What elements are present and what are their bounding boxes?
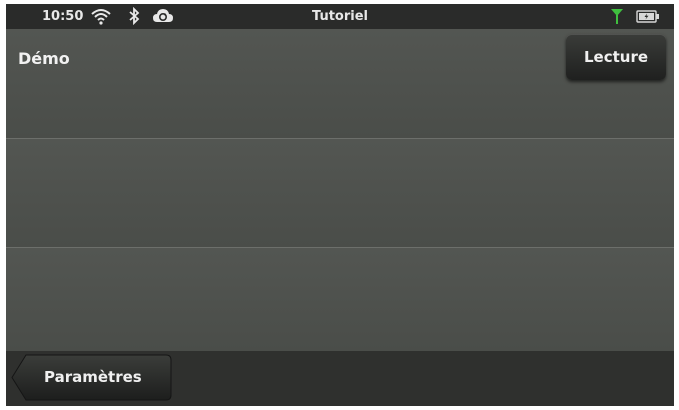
status-title: Tutoriel [312, 9, 368, 24]
bottom-bar: Paramètres [6, 351, 674, 406]
list-item[interactable]: Démo Lecture [6, 29, 674, 139]
list-item[interactable] [6, 248, 674, 351]
list-item[interactable] [6, 139, 674, 248]
list-item-title: Démo [18, 49, 70, 68]
battery-icon [636, 10, 659, 23]
play-button[interactable]: Lecture [566, 34, 666, 80]
signal-icon [611, 9, 623, 24]
back-button-label: Paramètres [44, 368, 142, 386]
back-button[interactable]: Paramètres [10, 354, 172, 401]
status-bar: 10:50 Tutoriel [6, 4, 674, 29]
device-screen: 10:50 Tutoriel Démo Lecture Paramètres [6, 4, 674, 406]
